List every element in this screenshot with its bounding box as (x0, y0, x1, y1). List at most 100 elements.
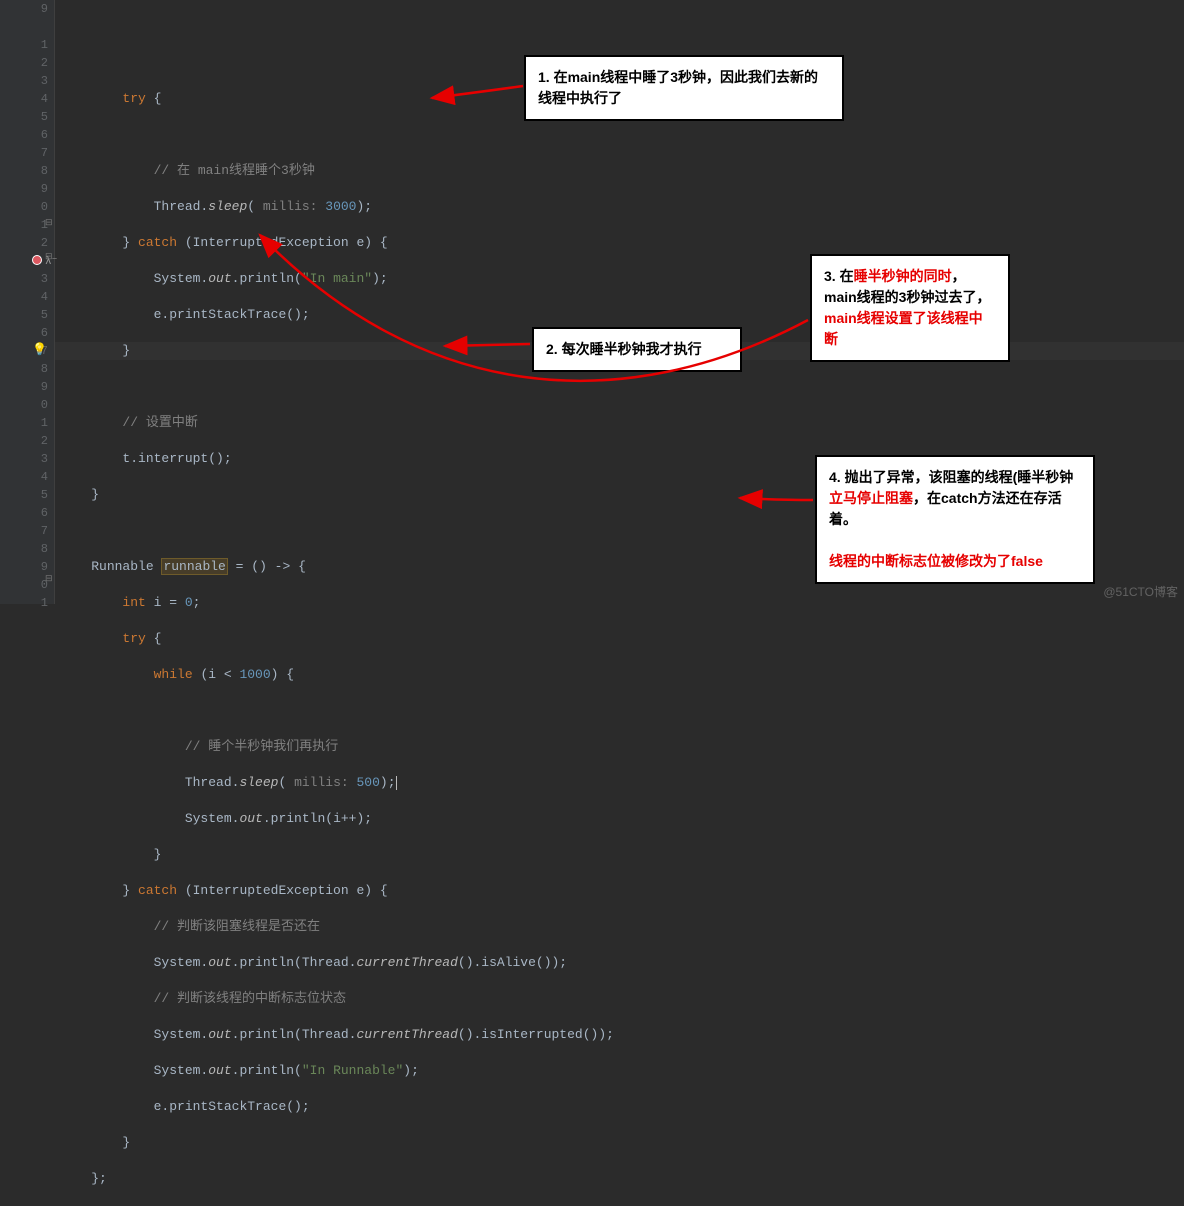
text-caret (396, 776, 397, 790)
line-number: 1 (0, 594, 48, 612)
code-text: ().isInterrupted()); (458, 1027, 614, 1042)
code-text: i++); (333, 811, 372, 826)
line-number: 3 (0, 450, 48, 468)
keyword-catch: catch (138, 235, 177, 250)
annotation-4: 4. 抛出了异常，该阻塞的线程(睡半秒钟立马停止阻塞，在catch方法还在存活着… (815, 455, 1095, 584)
annotation-3: 3. 在睡半秒钟的同时，main线程的3秒钟过去了，main线程设置了该线程中断 (810, 254, 1010, 362)
line-number-gutter: 9 1 2 3 4 5 6 7 8 9 0 1 2 3 4 5 6 7 8 9 … (0, 0, 55, 604)
code-text: e.printStackTrace(); (154, 1099, 310, 1114)
watermark: @51CTO博客 (1103, 583, 1178, 600)
fold-collapse-icon[interactable]: ⊟ (45, 218, 53, 228)
code-text: = () -> { (228, 559, 306, 574)
string: "In Runnable" (302, 1063, 403, 1078)
code-text: System. (154, 955, 209, 970)
annotation-text-red: 睡半秒钟的同时 (854, 268, 952, 284)
keyword-catch: catch (138, 883, 177, 898)
line-number: 7 (0, 144, 48, 162)
number: 3000 (325, 199, 356, 214)
fold-expand-icon[interactable]: ⊟ (45, 574, 53, 584)
lightbulb-icon[interactable]: 💡 (32, 342, 47, 357)
line-number: 9 (0, 0, 48, 18)
line-number: 6 (0, 324, 48, 342)
code-text: (InterruptedException e) { (177, 883, 388, 898)
line-number: 4 (0, 90, 48, 108)
code-text: Runnable (91, 559, 161, 574)
line-number: 3 (0, 270, 48, 288)
line-number: 2 (0, 54, 48, 72)
field-out: out (208, 955, 231, 970)
annotation-text-red: 线程的中断标志位被修改为了false (829, 553, 1043, 569)
keyword-try: try (122, 91, 145, 106)
line-number: 8 (0, 540, 48, 558)
highlighted-var: runnable (161, 558, 227, 575)
line-number: 5 (0, 108, 48, 126)
number: 500 (356, 775, 379, 790)
code-text: .println( (263, 811, 333, 826)
code-text: i = (146, 595, 185, 610)
comment: // 判断该线程的中断标志位状态 (154, 991, 346, 1006)
line-number: 5 (0, 306, 48, 324)
line-number: 0 (0, 576, 48, 594)
comment: // 判断该阻塞线程是否还在 (154, 919, 320, 934)
method: currentThread (356, 1027, 457, 1042)
code-text: e.printStackTrace(); (154, 307, 310, 322)
code-text: } (122, 1135, 130, 1150)
code-text: System. (154, 1027, 209, 1042)
line-number: 4 (0, 288, 48, 306)
code-text: t.interrupt(); (122, 451, 231, 466)
string: "In main" (302, 271, 372, 286)
line-number: 3 (0, 72, 48, 90)
comment: // 在 main线程睡个3秒钟 (154, 163, 315, 178)
comment: // 设置中断 (122, 415, 197, 430)
line-number: 2 (0, 432, 48, 450)
annotation-text: 1. 在main线程中睡了3秒钟，因此我们去新的线程中执行了 (538, 69, 818, 106)
line-number: 7 (0, 522, 48, 540)
keyword-while: while (154, 667, 193, 682)
method-sleep: sleep (208, 199, 247, 214)
number: 1000 (239, 667, 270, 682)
breakpoint-icon[interactable] (32, 255, 42, 265)
code-text: Thread. (154, 199, 209, 214)
field-out: out (208, 1063, 231, 1078)
line-number: 5 (0, 486, 48, 504)
keyword-int: int (122, 595, 145, 610)
line-number: 1 (0, 216, 48, 234)
fold-collapse-icon[interactable]: ⊟ (45, 252, 53, 262)
field-out: out (239, 811, 262, 826)
code-text: (InterruptedException e) { (177, 235, 388, 250)
code-text: .println( (232, 955, 302, 970)
method-sleep: sleep (239, 775, 278, 790)
line-number: 9 (0, 378, 48, 396)
code-text: ().isAlive()); (458, 955, 567, 970)
line-number: 9 (0, 558, 48, 576)
line-number: 9 (0, 180, 48, 198)
code-text: .println( (232, 271, 302, 286)
annotation-text-red: main线程设置了该线程中断 (824, 310, 983, 347)
code-text: Thread. (185, 775, 240, 790)
code-text: .println( (232, 1027, 302, 1042)
keyword-try: try (122, 631, 145, 646)
annotation-2: 2. 每次睡半秒钟我才执行 (532, 327, 742, 372)
line-number: 0 (0, 396, 48, 414)
line-number: 8 (0, 360, 48, 378)
code-text: }; (91, 1171, 107, 1186)
annotation-1: 1. 在main线程中睡了3秒钟，因此我们去新的线程中执行了 (524, 55, 844, 121)
line-number (0, 18, 48, 36)
param-hint: millis: (255, 199, 325, 214)
line-number: 1 (0, 414, 48, 432)
method: currentThread (356, 955, 457, 970)
code-text: System. (154, 1063, 209, 1078)
annotation-text: 2. 每次睡半秒钟我才执行 (546, 341, 702, 357)
code-editor[interactable]: try { // 在 main线程睡个3秒钟 Thread.sleep( mil… (60, 0, 614, 1206)
annotation-text: 3. 在 (824, 268, 854, 284)
field-out: out (208, 271, 231, 286)
number: 0 (185, 595, 193, 610)
code-text: System. (154, 271, 209, 286)
line-number: 4 (0, 468, 48, 486)
code-text: .println( (232, 1063, 302, 1078)
line-number: 0 (0, 198, 48, 216)
line-number: 6 (0, 126, 48, 144)
code-text: (i < (193, 667, 240, 682)
line-number: 8 (0, 162, 48, 180)
line-number: 1 (0, 36, 48, 54)
